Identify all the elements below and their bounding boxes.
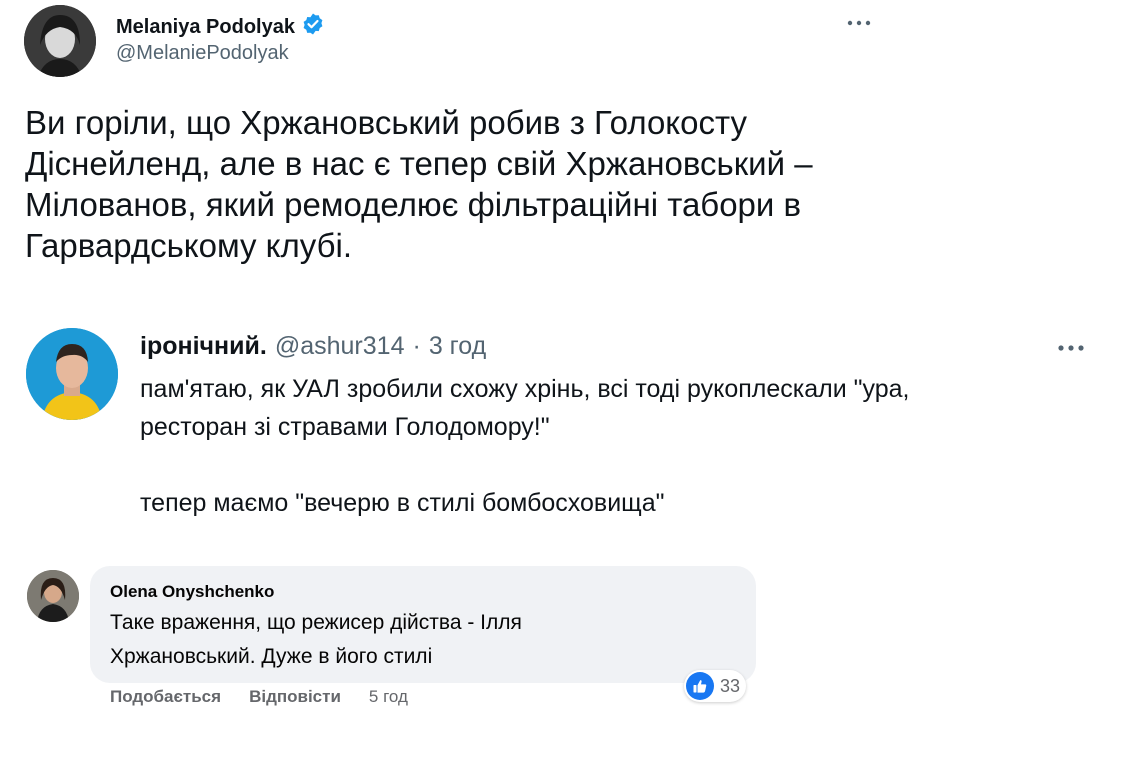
- tweet-author-avatar[interactable]: [24, 5, 96, 77]
- reply-author-name[interactable]: іронічний.: [140, 332, 267, 361]
- tweet-text: Ви горіли, що Хржановський робив з Голок…: [25, 104, 813, 264]
- thumbs-up-icon: [686, 672, 714, 700]
- reply-text: пам'ятаю, як УАЛ зробили схожу хрінь, вс…: [140, 375, 910, 517]
- reply-author-avatar[interactable]: [26, 328, 118, 420]
- comment-author-avatar[interactable]: [27, 570, 79, 622]
- tweet-author-handle[interactable]: @MelaniePodolyak: [116, 42, 289, 65]
- comment-text: Таке враження, що режисер дійства - Ілля…: [110, 611, 522, 668]
- reply-timestamp[interactable]: 3 год: [429, 332, 486, 361]
- reaction-count: 33: [720, 675, 741, 696]
- like-link[interactable]: Подобається: [110, 687, 221, 707]
- tweet-author-name-row[interactable]: Melaniya Podolyak: [116, 12, 325, 42]
- reply-header: іронічний. @ashur314 · 3 год: [140, 332, 486, 361]
- comment-author-name[interactable]: Olena Onyshchenko: [110, 582, 274, 602]
- comment-actions: Подобається Відповісти 5 год: [110, 687, 408, 707]
- reply-separator: ·: [412, 332, 421, 360]
- more-icon[interactable]: [846, 10, 872, 36]
- comment-reactions[interactable]: 33: [684, 670, 747, 702]
- reply-more-icon[interactable]: [1056, 335, 1086, 361]
- reply-author-handle[interactable]: @ashur314: [275, 332, 405, 361]
- verified-badge-icon: [301, 12, 325, 42]
- comment-timestamp[interactable]: 5 год: [369, 687, 408, 707]
- tweet-author-name[interactable]: Melaniya Podolyak: [116, 16, 295, 39]
- reply-link[interactable]: Відповісти: [249, 687, 341, 707]
